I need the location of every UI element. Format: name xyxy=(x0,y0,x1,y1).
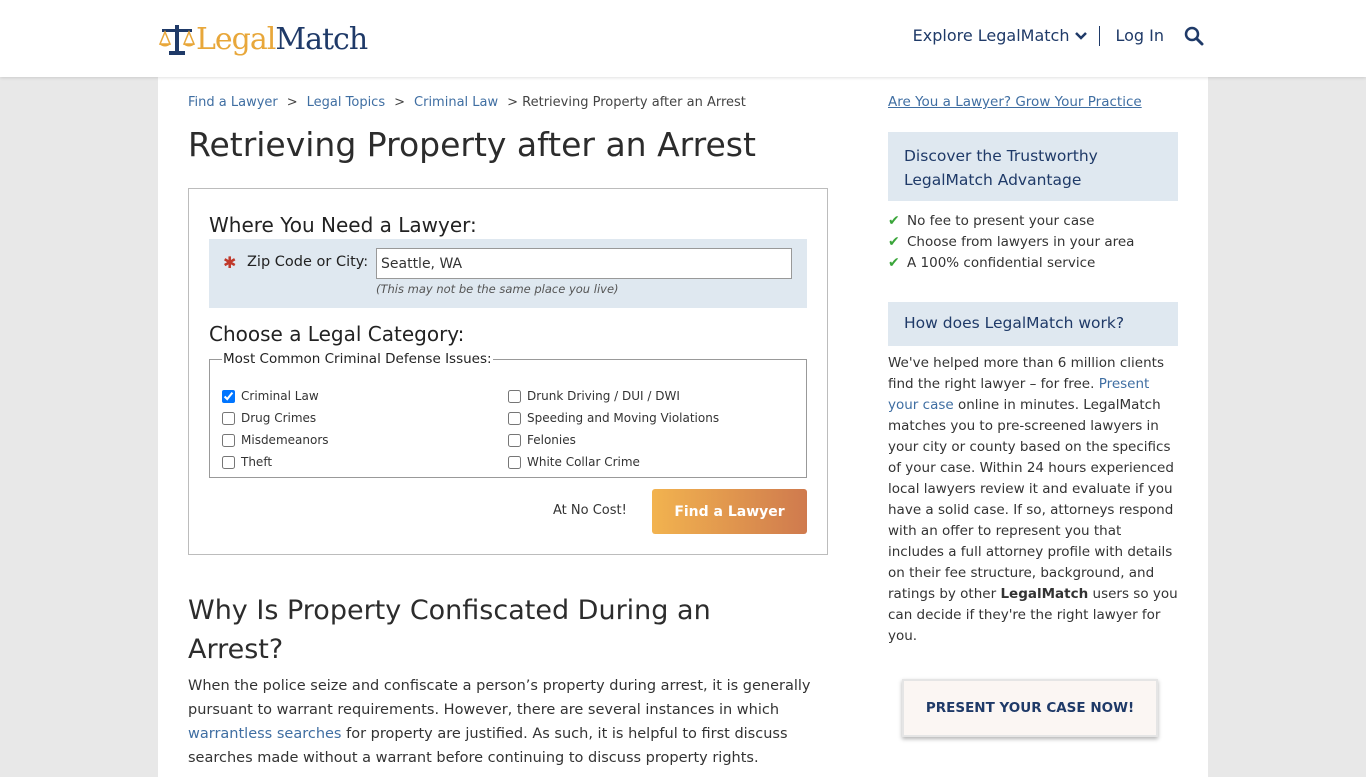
zip-hint: (This may not be the same place you live… xyxy=(376,282,619,296)
how-it-works-panel: How does LegalMatch work? xyxy=(888,302,1178,346)
breadcrumb-separator: > xyxy=(286,95,298,110)
search-icon[interactable] xyxy=(1184,26,1204,46)
category-legend: Most Common Criminal Defense Issues: xyxy=(223,351,492,367)
login-link[interactable]: Log In xyxy=(1100,26,1184,46)
benefit-item: ✔ Choose from lawyers in your area xyxy=(888,233,1135,250)
zip-label: Zip Code or City: xyxy=(247,254,369,270)
checkbox-input[interactable] xyxy=(508,455,521,469)
checkmark-icon: ✔ xyxy=(888,254,900,271)
checkbox-input[interactable] xyxy=(222,411,235,425)
chevron-down-icon xyxy=(1075,32,1088,40)
checkbox-input[interactable] xyxy=(222,433,235,447)
checkmark-icon: ✔ xyxy=(888,233,900,250)
benefit-item: ✔ A 100% confidential service xyxy=(888,254,1096,271)
category-fieldset: Most Common Criminal Defense Issues: Cri… xyxy=(209,351,807,478)
benefit-item: ✔ No fee to present your case xyxy=(888,212,1095,229)
checkbox-white-collar[interactable]: White Collar Crime xyxy=(508,455,640,469)
breadcrumb-separator: > xyxy=(394,95,406,110)
section-paragraph: When the police seize and confiscate a p… xyxy=(188,678,811,766)
checkbox-input[interactable] xyxy=(508,411,521,425)
no-cost-label: At No Cost! xyxy=(553,503,627,518)
required-icon: ✱ xyxy=(223,253,237,272)
where-heading: Where You Need a Lawyer: xyxy=(209,213,477,237)
page-container: Find a Lawyer > Legal Topics > Criminal … xyxy=(158,77,1208,777)
breadcrumb-legal-topics[interactable]: Legal Topics xyxy=(307,95,385,110)
checkbox-input[interactable] xyxy=(508,389,521,403)
logo-text: LegalMatch xyxy=(196,22,368,57)
benefits-list: ✔ No fee to present your case ✔ Choose fro… xyxy=(888,210,1134,273)
checkmark-icon: ✔ xyxy=(888,212,900,229)
explore-label: Explore LegalMatch xyxy=(912,26,1070,45)
zip-panel: ✱ Zip Code or City: (This may not be the… xyxy=(209,239,807,308)
advantage-panel: Discover the Trustworthy LegalMatch Adva… xyxy=(888,132,1178,201)
grow-practice-link[interactable]: Are You a Lawyer? Grow Your Practice xyxy=(888,94,1142,110)
category-heading: Choose a Legal Category: xyxy=(209,322,465,346)
section-heading: Why Is Property Confiscated During an Ar… xyxy=(188,595,711,665)
how-it-works-text: We've helped more than 6 million clients… xyxy=(888,355,1178,644)
scales-icon xyxy=(158,25,196,55)
breadcrumb-criminal-law[interactable]: Criminal Law xyxy=(414,95,498,110)
checkbox-criminal-law[interactable]: Criminal Law xyxy=(222,389,319,403)
breadcrumb: Find a Lawyer > Legal Topics > Criminal … xyxy=(188,95,746,110)
breadcrumb-current: > Retrieving Property after an Arrest xyxy=(507,95,746,110)
checkbox-input[interactable] xyxy=(508,433,521,447)
page-title: Retrieving Property after an Arrest xyxy=(188,125,756,164)
checkbox-felonies[interactable]: Felonies xyxy=(508,433,576,447)
explore-menu[interactable]: Explore LegalMatch xyxy=(913,26,1101,46)
zip-input[interactable] xyxy=(376,248,792,279)
logo[interactable]: LegalMatch xyxy=(158,22,368,58)
checkbox-drug-crimes[interactable]: Drug Crimes xyxy=(222,411,316,425)
checkbox-speeding[interactable]: Speeding and Moving Violations xyxy=(508,411,719,425)
breadcrumb-find-lawyer[interactable]: Find a Lawyer xyxy=(188,95,278,110)
find-lawyer-button[interactable]: Find a Lawyer xyxy=(652,489,807,534)
checkbox-input[interactable] xyxy=(222,389,235,403)
checkbox-input[interactable] xyxy=(222,455,235,469)
site-header: LegalMatch Explore LegalMatch Log In xyxy=(0,0,1366,77)
checkbox-theft[interactable]: Theft xyxy=(222,455,272,469)
checkbox-drunk-driving[interactable]: Drunk Driving / DUI / DWI xyxy=(508,389,680,403)
present-case-button[interactable]: PRESENT YOUR CASE NOW! xyxy=(902,679,1158,737)
top-nav: Explore LegalMatch Log In xyxy=(913,26,1204,46)
warrantless-searches-link[interactable]: warrantless searches xyxy=(188,726,341,742)
checkbox-misdemeanors[interactable]: Misdemeanors xyxy=(222,433,329,447)
lawyer-search-form: Where You Need a Lawyer: ✱ Zip Code or C… xyxy=(188,188,828,555)
